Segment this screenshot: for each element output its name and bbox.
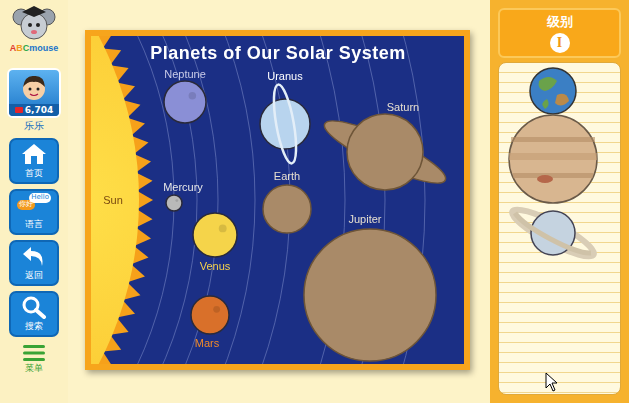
planet <box>166 195 182 211</box>
planet-slot[interactable] <box>319 111 452 193</box>
level-indicator: 级别 I <box>498 8 621 58</box>
planet <box>193 213 237 257</box>
planet-slot[interactable] <box>304 229 436 361</box>
planet-label: Earth <box>274 170 300 182</box>
sidebar: ABCmouse 6,704 乐乐 首页你好 Hello 语言 返回 搜索 菜单 <box>0 0 68 403</box>
board-title: Planets of Our Solar System <box>150 43 406 63</box>
search-icon <box>21 295 47 319</box>
planet-label: Neptune <box>164 68 206 80</box>
game-screen: ABCmouse 6,704 乐乐 首页你好 Hello 语言 返回 搜索 菜单… <box>0 0 629 403</box>
language-icon: 你好 Hello <box>17 193 51 217</box>
piece-tray-panel: 级别 I <box>490 0 629 403</box>
back-arrow-icon <box>21 244 47 268</box>
home-icon <box>21 142 47 166</box>
planet-label: Uranus <box>267 70 303 82</box>
planet-label: Saturn <box>387 101 419 113</box>
logo[interactable]: ABCmouse <box>10 3 59 63</box>
stage: Sun Planets of Our Solar System Neptune Ura… <box>68 0 490 403</box>
planet-slot[interactable] <box>263 185 311 233</box>
tray-pieces <box>499 63 621 383</box>
profile-card[interactable]: 6,704 乐乐 <box>7 68 61 133</box>
puzzle-board: Sun Planets of Our Solar System Neptune Ura… <box>85 30 470 370</box>
menu-button[interactable]: 菜单 <box>22 344 46 375</box>
planet <box>260 83 310 165</box>
sun <box>91 36 139 364</box>
nav-button[interactable]: 你好 Hello 语言 <box>9 189 59 235</box>
piece-tray <box>498 62 621 395</box>
nav-button[interactable]: 首页 <box>9 138 59 184</box>
boy-avatar-icon <box>17 72 51 102</box>
planet-label: Jupiter <box>348 213 381 225</box>
nav-button[interactable]: 搜索 <box>9 291 59 337</box>
planet <box>164 81 206 123</box>
sun-label: Sun <box>103 194 123 206</box>
planet <box>191 296 229 334</box>
ticket-count: 6,704 <box>9 104 59 116</box>
planet-piece[interactable] <box>530 68 576 114</box>
mouse-logo-icon <box>12 3 56 41</box>
planet-label: Mars <box>195 337 220 349</box>
ticket-icon <box>15 107 23 113</box>
avatar: 6,704 <box>7 68 61 118</box>
hamburger-icon <box>22 344 46 362</box>
planet-piece[interactable] <box>508 203 599 264</box>
nav-button[interactable]: 返回 <box>9 240 59 286</box>
mouse-cursor-icon <box>545 372 559 392</box>
planet-label: Venus <box>200 260 231 272</box>
planet-piece[interactable] <box>509 115 597 203</box>
planet-label: Mercury <box>163 181 203 193</box>
